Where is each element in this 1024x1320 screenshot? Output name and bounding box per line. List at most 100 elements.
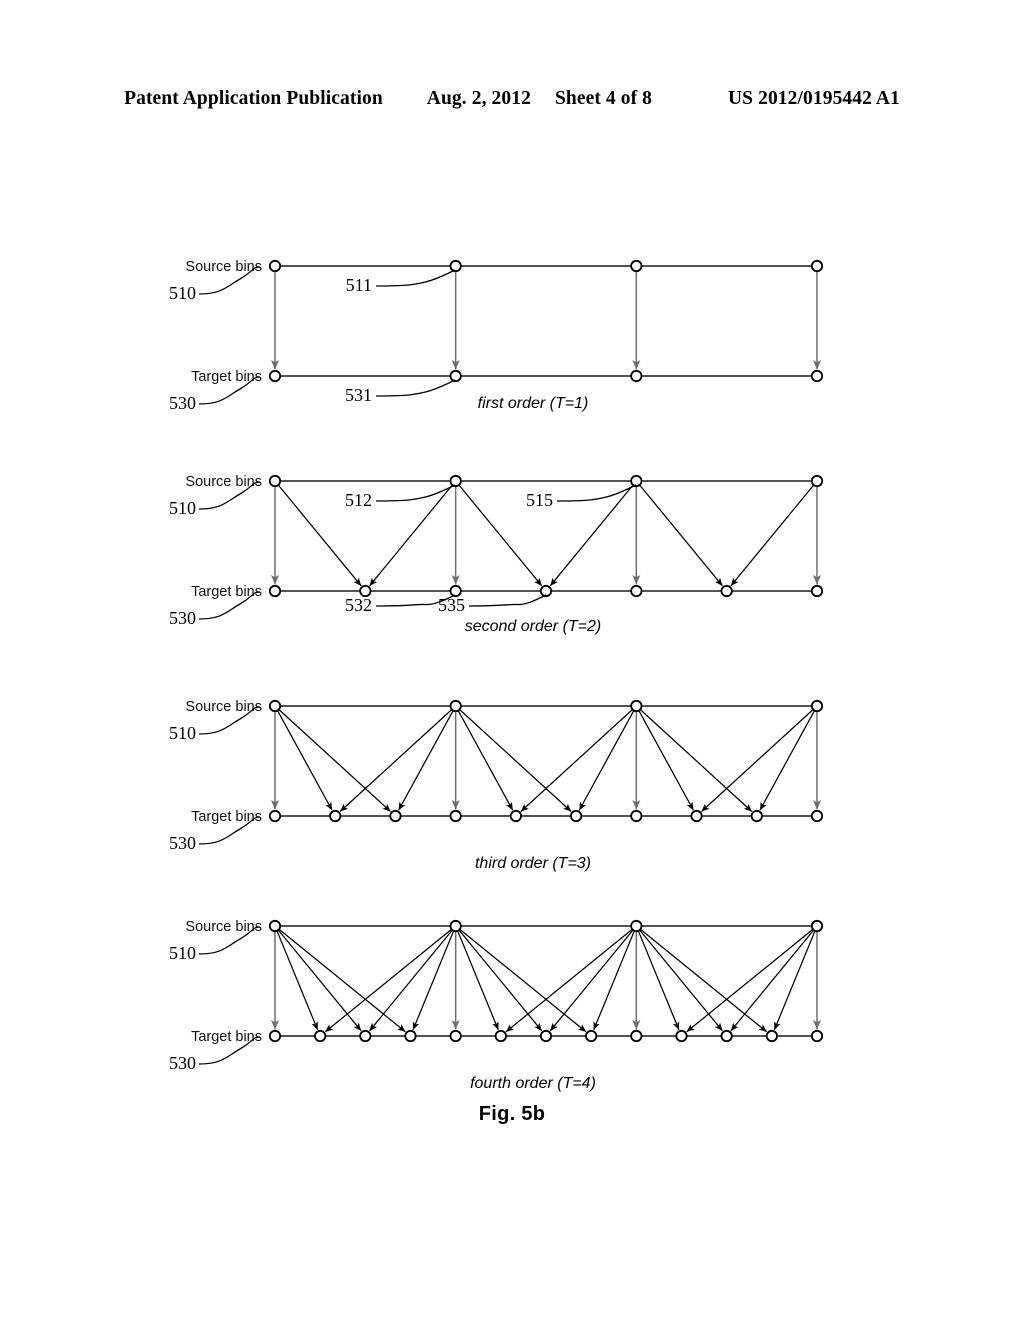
source-bins-label: Source bins [185, 474, 262, 490]
callout-leader [375, 269, 456, 287]
edge-diagonal [730, 484, 815, 587]
diagram-fourth-order: Source bins 510 Target bins 530 fourth order… [0, 908, 1024, 1098]
callout-ref-515: 515 [526, 490, 553, 510]
target-bins-ref: 530 [169, 1053, 196, 1073]
target-bin-node [494, 1029, 507, 1043]
edge-diagonal [578, 710, 635, 811]
target-bin-node [810, 809, 824, 823]
target-bin-node [389, 809, 402, 823]
callout-leader [556, 484, 637, 502]
edge-diagonal [339, 709, 453, 812]
edge-diagonal [730, 929, 815, 1032]
target-bin-node [268, 369, 282, 383]
source-bin-node [810, 259, 824, 273]
source-bins-label: Source bins [185, 259, 262, 275]
source-bin-node [630, 919, 643, 933]
edge-diagonal [549, 929, 634, 1032]
target-bins-ref: 530 [169, 833, 196, 853]
target-bin-node [570, 809, 583, 823]
target-bin-node [720, 1029, 733, 1043]
edge-diagonal [637, 930, 680, 1031]
source-bin-node [268, 699, 282, 713]
callout-ref-532: 532 [345, 595, 372, 615]
diagram-canvas-third-order: Source bins 510 Target bins 530 third order … [169, 699, 824, 872]
target-bin-node [268, 809, 282, 823]
edge-diagonal [759, 710, 816, 811]
edge-diagonal [701, 709, 814, 812]
target-bins-label: Target bins [191, 369, 262, 385]
source-bin-node [449, 699, 462, 713]
target-bin-node [539, 584, 553, 598]
diagram-canvas-second-order: Source bins 510 Target bins 530 512 515 532 535… [169, 474, 824, 635]
source-bin-node [630, 474, 643, 488]
edge-diagonal [593, 930, 635, 1031]
edge-diagonal [520, 709, 633, 812]
diagram-canvas-first-order: Source bins 510 Target bins 530 511 531 first … [169, 259, 824, 413]
edge-diagonal [457, 930, 499, 1031]
edge-diagonal [638, 710, 694, 811]
callout-leader [375, 379, 456, 397]
callout-ref-535: 535 [438, 595, 465, 615]
edge-diagonal [773, 930, 816, 1031]
source-bin-node [810, 919, 824, 933]
source-bin-node [268, 259, 282, 273]
source-bin-node [449, 919, 462, 933]
edge-diagonal [276, 710, 333, 811]
target-bins-label: Target bins [191, 1029, 262, 1045]
callout-ref-531: 531 [345, 385, 372, 405]
edge-diagonal [639, 929, 723, 1032]
edge-diagonal [639, 709, 753, 812]
edge-diagonal [412, 930, 455, 1031]
source-bins-label: Source bins [185, 699, 262, 715]
target-bins-ref: 530 [169, 608, 196, 628]
target-bins-label: Target bins [191, 584, 262, 600]
source-bin-node [630, 699, 643, 713]
source-bins-ref: 510 [169, 943, 196, 963]
source-bin-node [268, 919, 282, 933]
source-bin-node [268, 474, 282, 488]
target-bin-node [630, 584, 643, 598]
target-bin-node [810, 584, 824, 598]
target-bin-node [585, 1029, 598, 1043]
source-bin-node [810, 474, 824, 488]
target-bin-node [810, 369, 824, 383]
order-caption: fourth order (T=4) [470, 1075, 596, 1092]
target-bin-node [765, 1029, 778, 1043]
source-bins-ref: 510 [169, 498, 196, 518]
target-bin-node [675, 1029, 688, 1043]
target-bin-node [449, 809, 462, 823]
target-bin-node [810, 1029, 824, 1043]
target-bin-node [750, 809, 763, 823]
source-bin-node [630, 259, 643, 273]
diagram-first-order: Source bins 510 Target bins 530 511 531 first … [0, 248, 1024, 428]
target-bin-node [329, 809, 342, 823]
edge-diagonal [457, 710, 514, 811]
source-bin-node [810, 699, 824, 713]
source-bins-label: Source bins [185, 919, 262, 935]
target-bin-node [314, 1029, 327, 1043]
target-bins-label: Target bins [191, 809, 262, 825]
edge-diagonal [458, 929, 543, 1032]
order-caption: second order (T=2) [465, 618, 602, 635]
edge-diagonal [398, 710, 454, 811]
callout-leader [468, 594, 547, 607]
target-bin-node [539, 1029, 553, 1043]
edge-diagonal [276, 930, 319, 1031]
order-caption: first order (T=1) [478, 395, 589, 412]
figure-caption: Fig. 5b [478, 1103, 546, 1125]
diagram-third-order: Source bins 510 Target bins 530 third order … [0, 688, 1024, 878]
callout-ref-511: 511 [346, 275, 372, 295]
target-bins-ref: 530 [169, 393, 196, 413]
target-bin-node [359, 1029, 372, 1043]
target-bin-node [630, 369, 643, 383]
target-bin-node [690, 809, 703, 823]
target-bin-node [449, 1029, 462, 1043]
edge-diagonal [277, 929, 362, 1032]
order-caption: third order (T=3) [475, 855, 591, 872]
edge-diagonal [369, 929, 453, 1032]
callout-leader [375, 484, 456, 502]
edge-diagonal [459, 709, 572, 812]
target-bin-node [449, 369, 462, 383]
diagram-canvas-fourth-order: Source bins 510 Target bins 530 fourth order… [169, 919, 824, 1092]
edge-diagonal [639, 484, 723, 587]
